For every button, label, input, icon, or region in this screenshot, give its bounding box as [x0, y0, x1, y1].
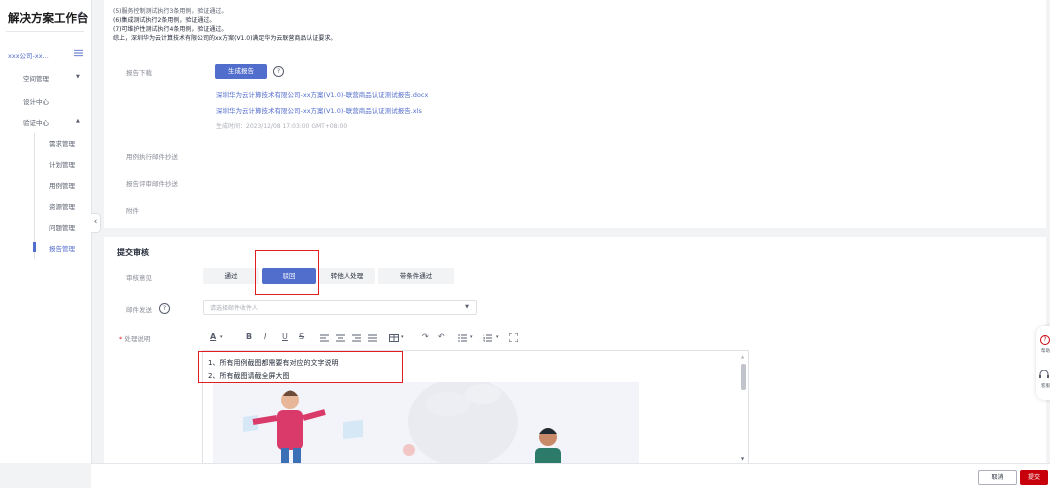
- illustration-image: [213, 382, 639, 464]
- service-label[interactable]: 客服: [1041, 383, 1050, 389]
- explain-label: * 处理说明: [119, 333, 150, 343]
- strikethrough-button[interactable]: S: [299, 332, 304, 341]
- list-switch-icon[interactable]: [74, 49, 83, 57]
- align-center-icon[interactable]: [336, 334, 345, 342]
- email-label: 邮件发送: [126, 306, 152, 314]
- annotation-box: [255, 250, 319, 295]
- generated-time: 生成时间：2023/12/08 17:03:00 GMT+08:00: [216, 123, 348, 130]
- opinion-label: 审核意见: [126, 274, 152, 282]
- requirement-line: (6)集成测试执行2条用例，验证通过。: [113, 17, 216, 24]
- email-recipient-select[interactable]: 请选择邮件收件人 ▼: [203, 300, 477, 315]
- floating-help-panel: ? 帮助 客服: [1036, 326, 1050, 400]
- editor-scrollbar[interactable]: ▲ ▼: [740, 353, 747, 461]
- align-left-icon[interactable]: [320, 334, 329, 342]
- align-right-icon[interactable]: [352, 334, 361, 342]
- explain-label-text: 处理说明: [124, 335, 151, 343]
- company-selector[interactable]: xxx公司-xx...: [8, 50, 49, 60]
- table-icon[interactable]: [389, 334, 399, 342]
- attachment-label: 附件: [126, 207, 139, 215]
- chevron-down-icon[interactable]: ▾: [220, 334, 223, 340]
- requirement-text-block: [202, 0, 562, 44]
- font-color-button[interactable]: A: [210, 332, 216, 341]
- report-file-link[interactable]: 深圳华为云计算技术有限公司-xx方案(V1.0)-联营商品认证测试报告.docx: [216, 89, 428, 99]
- underline-button[interactable]: U: [282, 332, 288, 341]
- chevron-up-icon[interactable]: ▲: [76, 118, 80, 124]
- select-placeholder: 请选择邮件收件人: [210, 305, 259, 312]
- sidebar-item-resources[interactable]: 资源管理: [49, 201, 75, 211]
- option-conditional[interactable]: 带条件通过: [378, 268, 454, 284]
- sidebar-item-design[interactable]: 设计中心: [23, 96, 49, 106]
- collapse-sidebar-button[interactable]: ‹: [91, 213, 101, 233]
- submenu-guide-line: [34, 133, 35, 259]
- sidebar-item-issues[interactable]: 问题管理: [49, 222, 75, 232]
- sidebar-item-plans[interactable]: 计划管理: [49, 159, 75, 169]
- chevron-down-icon[interactable]: ▾: [496, 334, 499, 340]
- italic-button[interactable]: I: [264, 332, 266, 341]
- report-file-link[interactable]: 深圳华为云计算技术有限公司-xx方案(V1.0)-联营商品认证测试报告.xls: [216, 105, 422, 115]
- help-label[interactable]: 帮助: [1041, 348, 1050, 354]
- sidebar: 解决方案工作台 xxx公司-xx... 空间管理 ▼ 设计中心 验证中心 ▲ 需…: [0, 0, 92, 463]
- chevron-down-icon[interactable]: ▾: [470, 334, 473, 340]
- footer-bar: [91, 463, 1050, 488]
- help-icon[interactable]: ?: [159, 303, 170, 314]
- help-icon[interactable]: ?: [1040, 335, 1050, 345]
- editor-toolbar: A ▾ B I U S ▾ ↷ ↶ ▾ ▾: [202, 330, 747, 346]
- active-indicator: [33, 242, 36, 252]
- scroll-thumb[interactable]: [741, 364, 746, 390]
- bold-button[interactable]: B: [246, 332, 252, 341]
- sidebar-item-cases[interactable]: 用例管理: [49, 180, 75, 190]
- case-email-label: 用例执行邮件抄送: [126, 153, 178, 161]
- fullscreen-icon[interactable]: [509, 333, 518, 342]
- sidebar-item-requirements[interactable]: 需求管理: [49, 138, 75, 148]
- cancel-button[interactable]: 取消: [978, 470, 1017, 485]
- scroll-up-icon[interactable]: ▲: [741, 354, 744, 359]
- redo-icon[interactable]: ↷: [422, 332, 429, 341]
- download-label: 报告下载: [126, 69, 152, 77]
- headset-icon[interactable]: [1039, 370, 1049, 379]
- sidebar-item-verify[interactable]: 验证中心: [23, 117, 49, 127]
- sidebar-item-space[interactable]: 空间管理: [23, 73, 49, 83]
- chevron-down-icon: ▼: [465, 304, 469, 310]
- generate-report-button[interactable]: 生成报告: [215, 64, 267, 79]
- annotation-box: [198, 351, 403, 383]
- option-approve[interactable]: 通过: [203, 268, 259, 284]
- sidebar-item-reports[interactable]: 报告管理: [49, 243, 75, 253]
- home-icon[interactable]: [77, 11, 86, 20]
- option-transfer[interactable]: 转他人处理: [319, 268, 375, 284]
- chevron-down-icon[interactable]: ▾: [401, 334, 404, 340]
- numbered-list-icon[interactable]: [483, 334, 492, 342]
- review-email-label: 报告评审邮件抄送: [126, 180, 178, 188]
- undo-icon[interactable]: ↶: [438, 332, 445, 341]
- help-icon[interactable]: ?: [273, 66, 284, 77]
- scroll-down-icon[interactable]: ▼: [741, 456, 744, 461]
- chevron-down-icon[interactable]: ▼: [76, 74, 80, 80]
- submit-button[interactable]: 提交: [1020, 470, 1048, 485]
- align-justify-icon[interactable]: [368, 334, 377, 342]
- required-mark: *: [119, 335, 123, 343]
- sidebar-divider: [6, 31, 84, 32]
- section-title: 提交审核: [117, 248, 149, 257]
- bullet-list-icon[interactable]: [458, 334, 467, 342]
- embedded-illustration: [213, 382, 639, 464]
